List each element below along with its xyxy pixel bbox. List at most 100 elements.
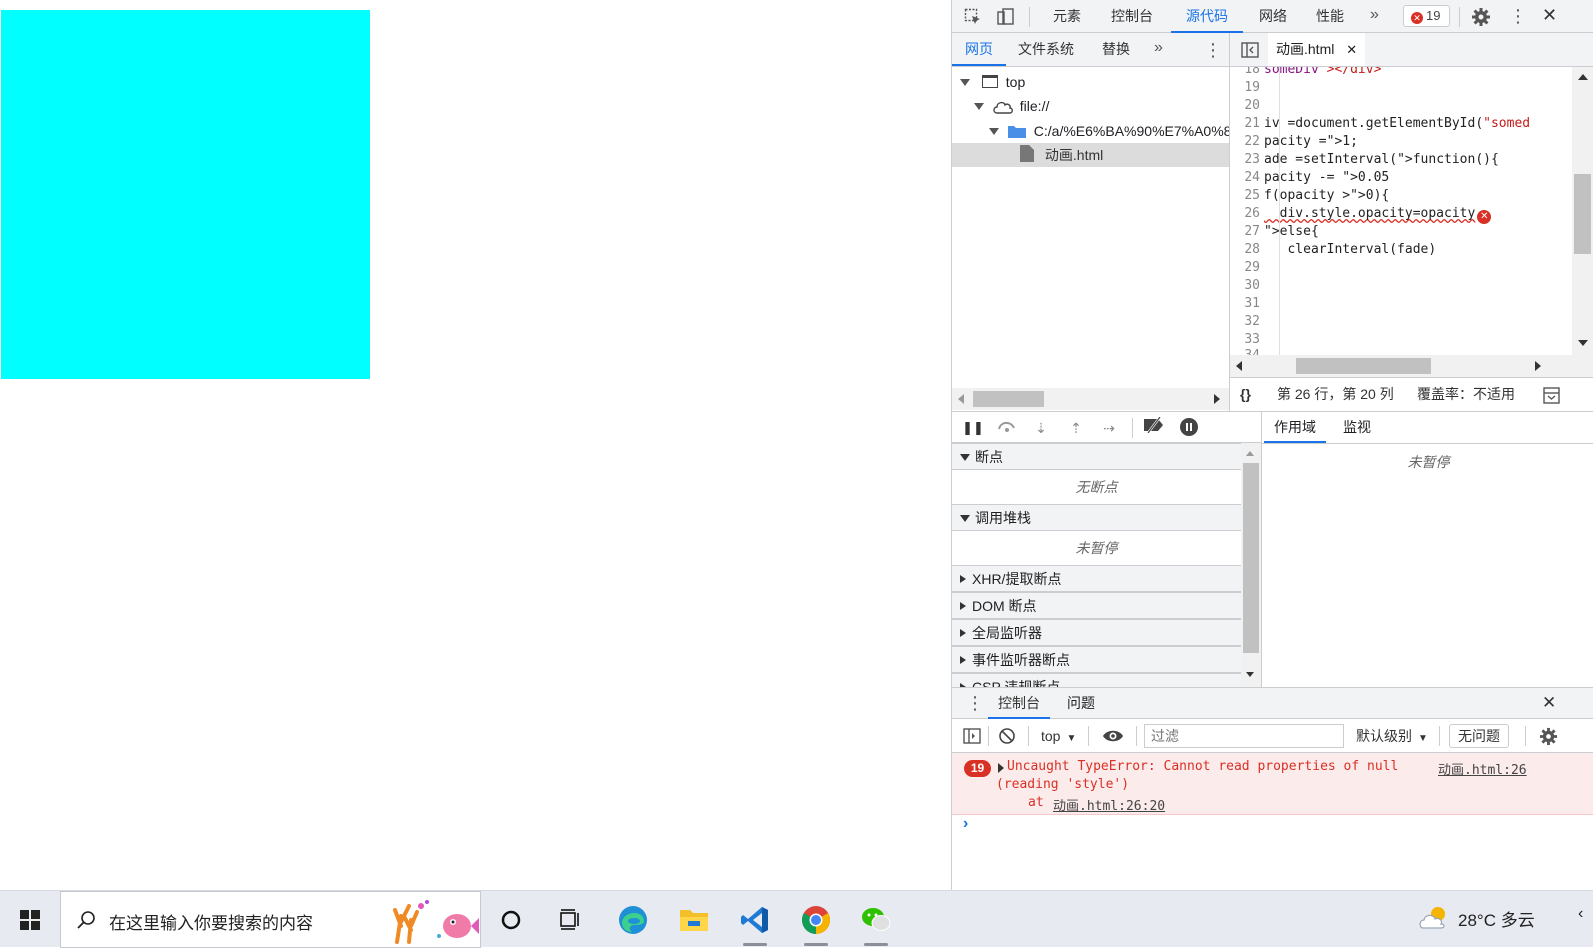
file-explorer-folder-icon[interactable] [664,891,724,948]
navigator-horizontal-scrollbar[interactable] [952,388,1229,410]
scroll-down-arrow-icon[interactable] [1246,672,1254,677]
tab-overrides[interactable]: 替换 [1102,33,1130,66]
section-csp-breakpoints[interactable]: CSP 违规断点 [952,673,1241,687]
section-call-stack[interactable]: 调用堆栈 [952,504,1241,531]
tab-network[interactable]: 网络 [1252,0,1294,33]
tab-scope[interactable]: 作用域 [1264,412,1326,443]
windows-taskbar: 在这里输入你要搜索的内容 28°C 多云 ‹ [0,890,1593,948]
step-out-icon[interactable]: ⇡ [1065,417,1087,439]
console-toolbar: top ▼ 默认级别 ▼ 无问题 [952,719,1593,753]
close-devtools-icon[interactable]: ✕ [1542,5,1557,25]
search-highlight-coral-fish-icon [391,896,479,944]
section-dom-breakpoints[interactable]: DOM 断点 [952,592,1241,619]
inspect-element-icon[interactable] [962,6,984,28]
stack-frame-link[interactable]: 动画.html:26:20 [1053,795,1165,814]
weather-text[interactable]: 28°C 多云 [1458,906,1535,931]
error-source-link[interactable]: 动画.html:26 [1438,759,1527,778]
context-selector[interactable]: top ▼ [1041,719,1076,753]
no-breakpoints-text: 无断点 [1075,479,1118,495]
step-icon[interactable]: ⇢ [1098,417,1120,439]
tab-sources[interactable]: 源代码 [1171,0,1243,33]
cortana-circle-icon[interactable] [481,891,541,948]
scroll-right-arrow-icon[interactable] [1535,361,1541,371]
scroll-right-arrow-icon[interactable] [1214,394,1220,404]
expand-error-arrow-icon[interactable] [998,763,1004,773]
scroll-up-arrow-icon[interactable] [1578,74,1588,80]
clear-console-icon[interactable] [998,727,1016,745]
close-tab-icon[interactable]: ✕ [1346,42,1357,57]
live-expression-eye-icon[interactable] [1102,728,1124,744]
section-breakpoints[interactable]: 断点 [952,443,1241,470]
tree-item-html-file[interactable]: 动画.html [952,143,1229,167]
line-number: 24 [1244,170,1260,185]
section-global-listeners[interactable]: 全局监听器 [952,619,1241,646]
show-console-sidebar-icon[interactable] [962,727,982,745]
scroll-left-arrow-icon[interactable] [958,394,964,404]
edge-browser-icon[interactable] [603,891,663,948]
console-filter-input[interactable] [1144,724,1344,748]
issues-button[interactable]: 无问题 [1449,724,1509,748]
pause-on-exceptions-icon[interactable] [1178,417,1200,439]
tab-filesystem[interactable]: 文件系统 [1018,33,1074,66]
editor-tab-html[interactable]: 动画.html ✕ [1268,33,1366,66]
pause-icon[interactable]: ❚❚ [962,417,984,439]
scroll-thumb[interactable] [1296,358,1431,374]
weather-cloudy-icon[interactable] [1418,903,1452,933]
more-navigator-tabs-icon[interactable]: » [1154,39,1163,57]
tray-overflow-chevron-icon[interactable]: ‹ [1578,905,1583,923]
editor-vertical-scrollbar[interactable] [1572,67,1593,355]
debugger-vertical-scrollbar[interactable] [1241,443,1261,687]
tree-label-top: top [1005,74,1026,90]
wechat-icon[interactable] [846,891,906,948]
taskbar-search-box[interactable]: 在这里输入你要搜索的内容 [60,891,481,948]
tree-item-file-scheme[interactable]: file:// [952,94,1229,118]
device-toolbar-icon[interactable] [995,6,1017,28]
tab-performance[interactable]: 性能 [1308,0,1352,33]
more-tabs-chevron-icon[interactable]: » [1370,6,1379,24]
drawer-menu-kebab-icon[interactable]: ⋮ [966,693,984,713]
tab-console[interactable]: 控制台 [1104,0,1160,33]
scroll-up-arrow-icon[interactable] [1246,451,1254,456]
console-settings-gear-icon[interactable] [1538,726,1558,746]
code-line: 24 pacity -= ">0.05 [1230,169,1389,187]
tree-item-top[interactable]: top [952,70,1229,94]
console-prompt-chevron-icon[interactable]: › [963,815,968,833]
scroll-thumb[interactable] [973,391,1044,407]
console-error-message[interactable]: 19 Uncaught TypeError: Cannot read prope… [952,753,1593,815]
log-level-dropdown[interactable]: 默认级别 ▼ [1356,719,1428,753]
chrome-browser-icon[interactable] [786,891,846,948]
scroll-thumb[interactable] [1243,463,1259,653]
line-number: 31 [1244,296,1260,311]
more-options-kebab-icon[interactable]: ⋮ [1509,6,1527,26]
editor-horizontal-scrollbar[interactable] [1230,355,1572,377]
task-view-icon[interactable] [541,891,601,948]
settings-gear-icon[interactable] [1469,5,1493,29]
deactivate-breakpoints-icon[interactable] [1143,416,1165,439]
tree-item-folder[interactable]: C:/a/%E6%BA%90%E7%A0%81 [952,119,1229,143]
step-into-icon[interactable]: ⇣ [1030,417,1052,439]
start-windows-icon[interactable] [0,891,60,948]
scroll-left-arrow-icon[interactable] [1236,361,1242,371]
drawer-tab-console[interactable]: 控制台 [988,688,1050,719]
code-editor[interactable]: 18 someDiv"></div> 19 20 21 iv =document.g… [1229,67,1593,355]
tab-page[interactable]: 网页 [952,33,1006,66]
toggle-debugger-sidebar-icon[interactable] [1542,386,1560,404]
section-xhr-breakpoints[interactable]: XHR/提取断点 [952,565,1241,592]
error-count-badge[interactable]: ✕ 19 [1403,5,1450,27]
tab-watch[interactable]: 监视 [1333,412,1381,443]
drawer-tab-issues[interactable]: 问题 [1057,688,1105,719]
tab-elements[interactable]: 元素 [1042,0,1092,33]
close-drawer-icon[interactable]: ✕ [1542,693,1556,713]
inline-error-icon[interactable]: ✕ [1477,210,1492,224]
line-number: 18 [1244,67,1260,77]
scroll-thumb[interactable] [1574,174,1591,254]
step-over-icon[interactable] [996,417,1018,439]
toggle-navigator-icon[interactable] [1240,41,1260,59]
navigator-menu-kebab-icon[interactable]: ⋮ [1204,40,1222,60]
scroll-down-arrow-icon[interactable] [1578,340,1588,346]
section-event-listener-breakpoints[interactable]: 事件监听器断点 [952,646,1241,673]
pretty-print-braces-icon[interactable]: {} [1240,378,1251,411]
expand-arrow-icon [989,128,999,135]
file-tree: top file:// C:/a/%E6%BA%90%E7%A0%81 动画.h… [952,68,1229,388]
vscode-icon[interactable] [725,891,785,948]
